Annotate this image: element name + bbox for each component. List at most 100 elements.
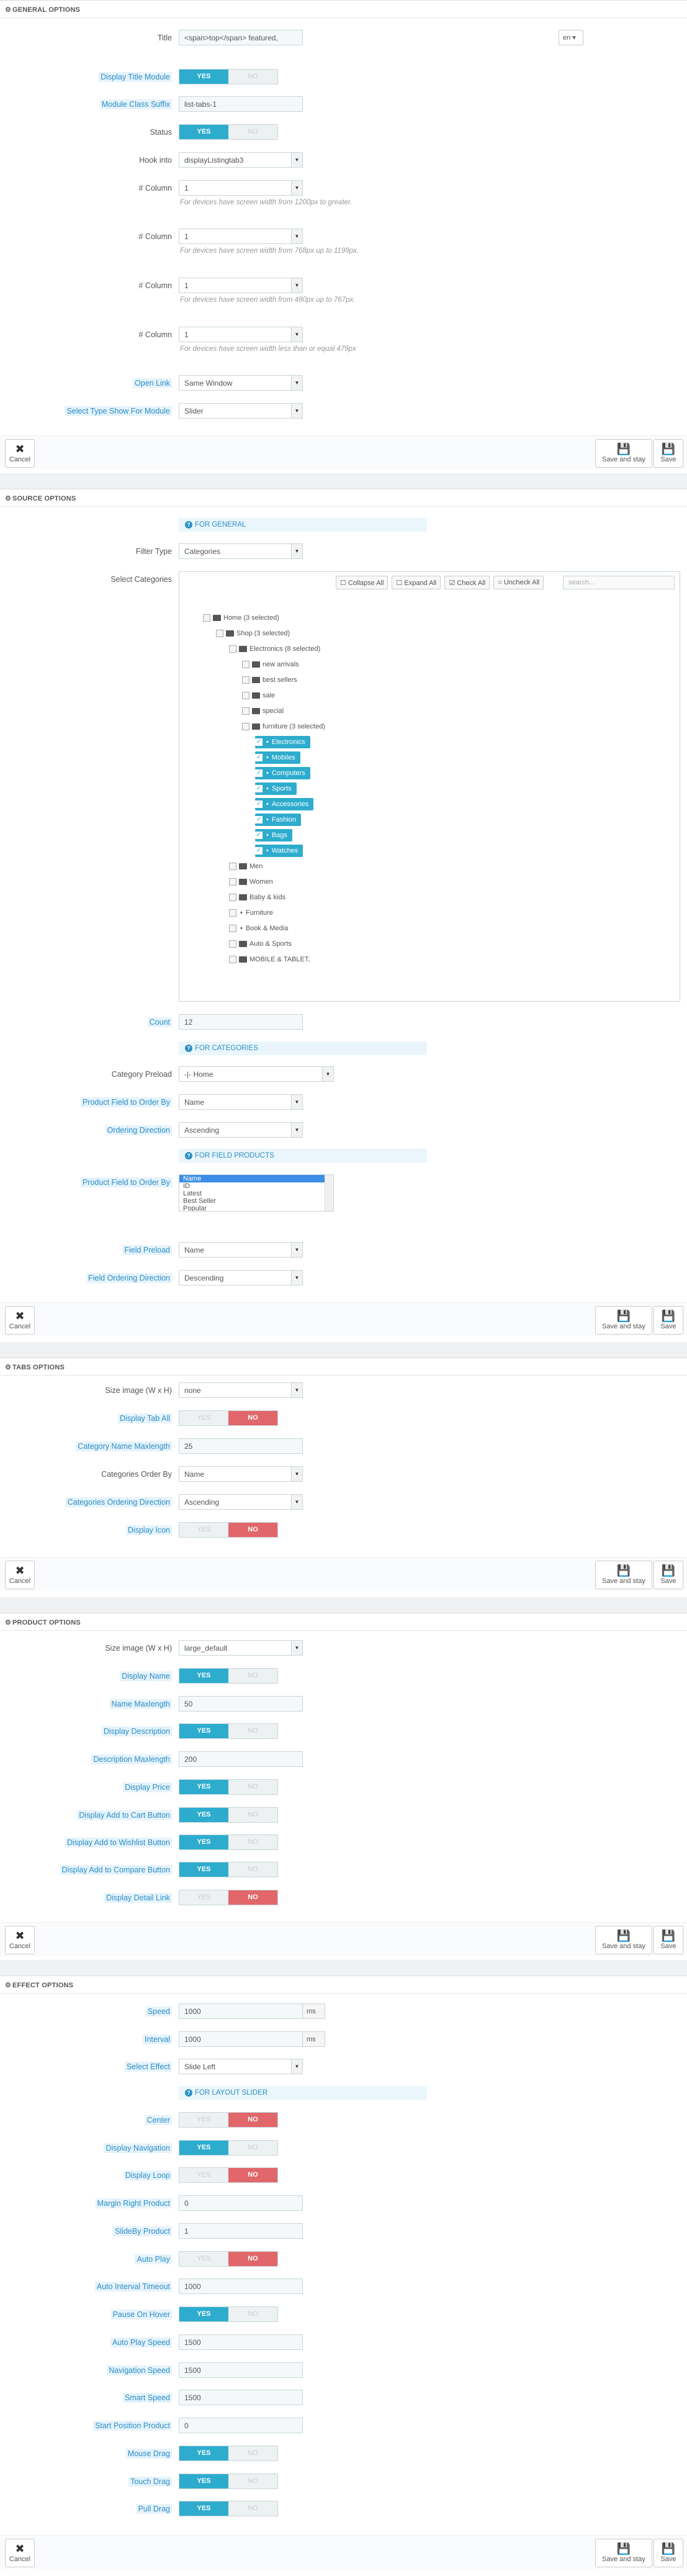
save-button[interactable]: 💾 Save bbox=[653, 1306, 683, 1335]
cancel-button[interactable]: ✖ Cancel bbox=[5, 2539, 35, 2567]
field-ordering-direction-select[interactable]: Descending ▼ bbox=[179, 1270, 303, 1286]
yes-option[interactable]: YES bbox=[179, 1411, 228, 1425]
display-description-switch[interactable]: YES NO bbox=[179, 1723, 278, 1739]
tree-node[interactable]: Women bbox=[229, 876, 273, 888]
column-select[interactable]: 1 ▼ bbox=[179, 229, 303, 244]
yes-option[interactable]: YES bbox=[179, 2113, 228, 2127]
no-option[interactable]: NO bbox=[228, 2252, 277, 2266]
margin-right-input[interactable]: 0 bbox=[179, 2195, 303, 2211]
checkbox-checked-icon[interactable]: ✓ bbox=[255, 769, 263, 777]
hook-select[interactable]: displayListingtab3 ▼ bbox=[179, 152, 303, 168]
listbox-scrollbar[interactable] bbox=[325, 1175, 333, 1211]
cancel-button[interactable]: ✖ Cancel bbox=[5, 1561, 35, 1589]
yes-option[interactable]: YES bbox=[179, 1890, 228, 1905]
yes-option[interactable]: YES bbox=[179, 1724, 228, 1738]
tree-node[interactable]: ✓ • Electronics bbox=[255, 736, 310, 748]
tree-node[interactable]: Home (3 selected) bbox=[203, 612, 279, 624]
tree-node[interactable]: ✓ • Watches bbox=[255, 845, 303, 857]
interval-input[interactable]: 1000 bbox=[179, 2031, 303, 2047]
select-effect-select[interactable]: Slide Left ▼ bbox=[179, 2059, 303, 2074]
no-option[interactable]: NO bbox=[228, 2474, 277, 2488]
save-and-stay-button[interactable]: 💾 Save and stay bbox=[595, 439, 652, 468]
expand-all-button[interactable]: ☐ Expand All bbox=[392, 576, 441, 589]
slideby-input[interactable]: 1 bbox=[179, 2223, 303, 2239]
name-maxlength-input[interactable]: 50 bbox=[179, 1696, 303, 1712]
column-select[interactable]: 1 ▼ bbox=[179, 180, 303, 196]
tree-node[interactable]: • Furniture bbox=[229, 907, 273, 919]
checkbox-checked-icon[interactable]: ✓ bbox=[255, 800, 263, 808]
checkbox-icon[interactable] bbox=[242, 661, 249, 668]
tree-node[interactable]: ✓ • Bags bbox=[255, 829, 292, 841]
yes-option[interactable]: YES bbox=[179, 125, 228, 139]
column-select[interactable]: 1 ▼ bbox=[179, 278, 303, 293]
add-to-wishlist-switch[interactable]: YES NO bbox=[179, 1834, 278, 1850]
add-to-compare-switch[interactable]: YES NO bbox=[179, 1862, 278, 1877]
cancel-button[interactable]: ✖ Cancel bbox=[5, 1926, 35, 1954]
display-loop-switch[interactable]: YES NO bbox=[179, 2167, 278, 2183]
product-field-order-listbox[interactable]: Name ID Latest Best Seller Popular bbox=[179, 1174, 334, 1212]
category-preload-select[interactable]: -|- Home ▼ bbox=[179, 1066, 334, 1082]
listbox-option[interactable]: Name bbox=[179, 1175, 333, 1182]
count-input[interactable]: 12 bbox=[179, 1014, 303, 1030]
tree-node[interactable]: Electronics (8 selected) bbox=[229, 643, 320, 655]
description-maxlength-input[interactable]: 200 bbox=[179, 1751, 303, 1767]
yes-option[interactable]: YES bbox=[179, 1808, 228, 1822]
status-switch[interactable]: YES NO bbox=[179, 124, 278, 140]
no-option[interactable]: NO bbox=[228, 1780, 277, 1794]
display-navigation-switch[interactable]: YES NO bbox=[179, 2140, 278, 2156]
product-field-order-select[interactable]: Name ▼ bbox=[179, 1094, 303, 1110]
checkbox-icon[interactable] bbox=[229, 645, 236, 653]
tree-node[interactable]: Men bbox=[229, 860, 263, 873]
smart-speed-input[interactable]: 1500 bbox=[179, 2390, 303, 2405]
yes-option[interactable]: YES bbox=[179, 2307, 228, 2321]
tree-node[interactable]: ✓ • Computers bbox=[255, 767, 310, 779]
checkbox-icon[interactable] bbox=[242, 723, 249, 730]
yes-option[interactable]: YES bbox=[179, 70, 228, 84]
tree-node[interactable]: furniture (3 selected) bbox=[242, 720, 325, 733]
yes-option[interactable]: YES bbox=[179, 2168, 228, 2182]
display-icon-switch[interactable]: YES NO bbox=[179, 1522, 278, 1538]
display-title-switch[interactable]: YES NO bbox=[179, 69, 278, 84]
tree-node[interactable]: special bbox=[242, 705, 284, 717]
checkbox-checked-icon[interactable]: ✓ bbox=[255, 816, 263, 823]
check-all-button[interactable]: ☑ Check All bbox=[444, 576, 490, 589]
center-switch[interactable]: YES NO bbox=[179, 2112, 278, 2128]
save-and-stay-button[interactable]: 💾 Save and stay bbox=[595, 2539, 652, 2567]
yes-option[interactable]: YES bbox=[179, 1862, 228, 1877]
checkbox-icon[interactable] bbox=[242, 676, 249, 684]
start-position-input[interactable]: 0 bbox=[179, 2418, 303, 2433]
speed-input[interactable]: 1000 bbox=[179, 2003, 303, 2019]
tree-node[interactable]: Baby & kids bbox=[229, 891, 285, 904]
yes-option[interactable]: YES bbox=[179, 1523, 228, 1537]
title-input[interactable]: <span>top</span> featured, bbox=[179, 30, 303, 45]
save-button[interactable]: 💾 Save bbox=[653, 2539, 683, 2567]
touch-drag-switch[interactable]: YES NO bbox=[179, 2474, 278, 2489]
checkbox-icon[interactable] bbox=[229, 894, 236, 901]
no-option[interactable]: NO bbox=[228, 2501, 277, 2516]
categories-order-select[interactable]: Name ▼ bbox=[179, 1466, 303, 1482]
yes-option[interactable]: YES bbox=[179, 2501, 228, 2516]
no-option[interactable]: NO bbox=[228, 1862, 277, 1877]
no-option[interactable]: NO bbox=[228, 1523, 277, 1537]
tree-node[interactable]: MOBILE & TABLET, bbox=[229, 953, 310, 966]
tree-node[interactable]: • Book & Media bbox=[229, 922, 288, 935]
yes-option[interactable]: YES bbox=[179, 2141, 228, 2155]
checkbox-icon[interactable] bbox=[229, 940, 236, 948]
field-preload-select[interactable]: Name ▼ bbox=[179, 1242, 303, 1258]
display-name-switch[interactable]: YES NO bbox=[179, 1668, 278, 1684]
tree-node[interactable]: ✓ • Fashion bbox=[255, 814, 301, 826]
checkbox-icon[interactable] bbox=[229, 909, 236, 917]
tree-node[interactable]: Shop (3 selected) bbox=[216, 627, 290, 640]
yes-option[interactable]: YES bbox=[179, 1835, 228, 1849]
checkbox-icon[interactable] bbox=[216, 630, 223, 637]
category-maxlength-input[interactable]: 25 bbox=[179, 1438, 303, 1454]
no-option[interactable]: NO bbox=[228, 125, 277, 139]
checkbox-icon[interactable] bbox=[203, 614, 210, 622]
pause-on-hover-switch[interactable]: YES NO bbox=[179, 2306, 278, 2322]
checkbox-checked-icon[interactable]: ✓ bbox=[255, 754, 263, 761]
checkbox-icon[interactable] bbox=[229, 925, 236, 932]
yes-option[interactable]: YES bbox=[179, 2474, 228, 2488]
categories-order-dir-select[interactable]: Ascending ▼ bbox=[179, 1494, 303, 1510]
display-price-switch[interactable]: YES NO bbox=[179, 1779, 278, 1795]
display-tab-all-switch[interactable]: YES NO bbox=[179, 1410, 278, 1426]
